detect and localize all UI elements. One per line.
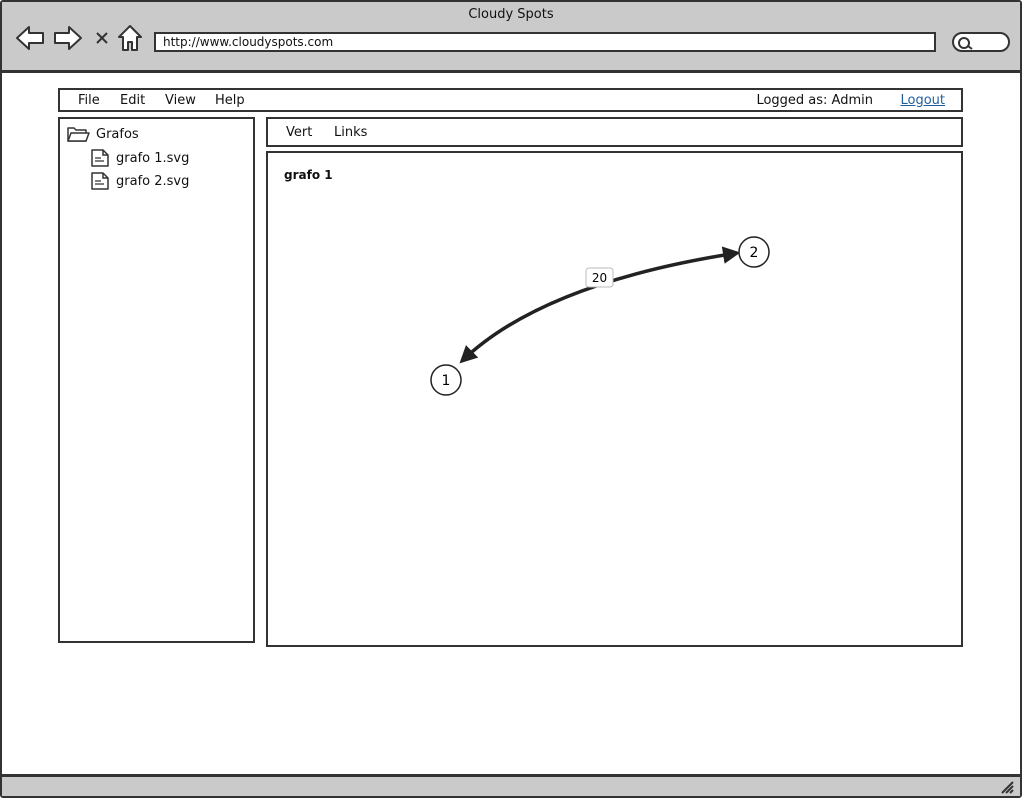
edge-weight-label: 20 xyxy=(585,267,614,288)
menu-edit[interactable]: Edit xyxy=(120,93,145,108)
status-bar xyxy=(2,774,1020,796)
tab-vert[interactable]: Vert xyxy=(286,125,312,140)
tree-file-label: grafo 1.svg xyxy=(116,150,190,166)
resize-grip-icon[interactable] xyxy=(1000,780,1014,794)
tree-folder-grafos[interactable]: Grafos xyxy=(66,125,139,143)
search-icon xyxy=(958,37,973,50)
address-bar[interactable]: http://www.cloudyspots.com xyxy=(154,32,936,52)
node-label: 1 xyxy=(442,373,451,389)
graph-node-1[interactable]: 1 xyxy=(430,364,462,396)
file-tree-panel: Grafos grafo 1.svg grafo 2.svg xyxy=(58,117,255,643)
file-icon xyxy=(91,149,109,167)
home-button[interactable] xyxy=(116,22,144,54)
back-button[interactable] xyxy=(14,22,46,54)
tree-file-item[interactable]: grafo 2.svg xyxy=(90,171,189,191)
graph-canvas[interactable]: 1 2 20 grafo 1 xyxy=(266,151,963,647)
graph-node-2[interactable]: 2 xyxy=(738,236,770,268)
graph-title: grafo 1 xyxy=(284,168,333,182)
file-icon xyxy=(91,172,109,190)
tab-links[interactable]: Links xyxy=(334,125,367,140)
graph-tab-bar: Vert Links xyxy=(266,117,963,147)
graph-drawing: 1 2 20 xyxy=(430,236,770,396)
node-label: 2 xyxy=(750,245,759,261)
browser-titlebar: Cloudy Spots http://www.cloudyspots.com xyxy=(2,2,1020,73)
menu-view[interactable]: View xyxy=(165,93,196,108)
browser-search-box[interactable] xyxy=(952,32,1010,52)
menu-file[interactable]: File xyxy=(78,93,100,108)
tree-folder-label: Grafos xyxy=(96,126,139,142)
logged-user-label: Logged as: Admin xyxy=(756,93,873,108)
forward-arrow-icon xyxy=(54,26,82,50)
menu-bar: File Edit View Help Logged as: Admin Log… xyxy=(58,88,963,112)
back-arrow-icon xyxy=(16,26,44,50)
close-icon xyxy=(96,32,108,44)
stop-button[interactable] xyxy=(92,22,112,54)
menu-help[interactable]: Help xyxy=(215,93,245,108)
folder-icon xyxy=(67,127,90,142)
window-title: Cloudy Spots xyxy=(468,7,554,22)
tree-file-label: grafo 2.svg xyxy=(116,173,190,189)
forward-button[interactable] xyxy=(52,22,84,54)
tree-file-item[interactable]: grafo 1.svg xyxy=(90,148,189,168)
edge-weight-text: 20 xyxy=(592,271,607,285)
home-icon xyxy=(118,25,142,51)
logout-link[interactable]: Logout xyxy=(900,93,945,108)
